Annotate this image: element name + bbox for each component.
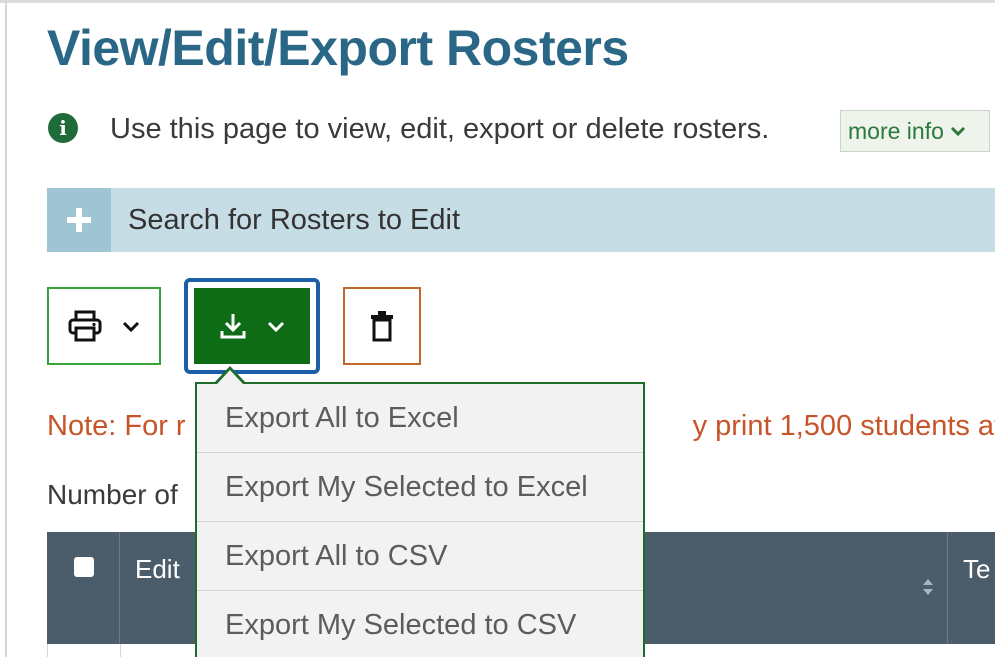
- printer-icon: [68, 310, 102, 342]
- column-divider: [947, 532, 948, 644]
- download-icon: [220, 314, 246, 339]
- info-message: i Use this page to view, edit, export or…: [48, 108, 995, 154]
- window-left-border: [5, 0, 7, 657]
- column-header-edit[interactable]: Edit: [135, 554, 180, 584]
- info-text: Use this page to view, edit, export or d…: [110, 113, 770, 145]
- export-button[interactable]: [194, 288, 310, 364]
- chevron-down-icon: [950, 126, 965, 137]
- search-panel-label: Search for Rosters to Edit: [128, 204, 461, 236]
- export-button-focus-ring: [184, 278, 320, 374]
- more-info-label: more info: [848, 117, 944, 144]
- dropdown-caret-fill: [217, 370, 243, 384]
- select-all-checkbox[interactable]: [74, 557, 94, 577]
- menu-item-export-all-excel[interactable]: Export All to Excel: [197, 384, 643, 453]
- menu-item-export-selected-excel[interactable]: Export My Selected to Excel: [197, 453, 643, 522]
- menu-item-export-selected-csv[interactable]: Export My Selected to CSV: [197, 591, 643, 660]
- page-title: View/Edit/Export Rosters: [47, 20, 629, 76]
- export-dropdown-menu: Export All to Excel Export My Selected t…: [195, 382, 645, 657]
- expand-button[interactable]: [47, 188, 111, 252]
- print-button[interactable]: [47, 287, 161, 365]
- column-header-te[interactable]: Te: [963, 554, 990, 584]
- more-info-button[interactable]: more info: [840, 110, 990, 152]
- column-divider: [120, 644, 121, 657]
- column-divider: [119, 532, 120, 644]
- plus-icon: [67, 208, 91, 232]
- roster-count-label: Number of: [47, 479, 178, 510]
- trash-icon: [371, 311, 393, 342]
- chevron-down-icon: [122, 321, 140, 333]
- menu-item-export-all-csv[interactable]: Export All to CSV: [197, 522, 643, 591]
- note-text-right: y print 1,500 students at: [692, 410, 995, 442]
- chevron-down-icon: [267, 321, 285, 333]
- sort-icon[interactable]: [922, 576, 934, 598]
- search-rosters-panel-header[interactable]: Search for Rosters to Edit: [47, 188, 995, 252]
- window-top-border: [0, 0, 995, 3]
- delete-button[interactable]: [343, 287, 421, 365]
- note-text-left: Note: For r: [47, 410, 186, 442]
- info-icon: i: [48, 113, 78, 143]
